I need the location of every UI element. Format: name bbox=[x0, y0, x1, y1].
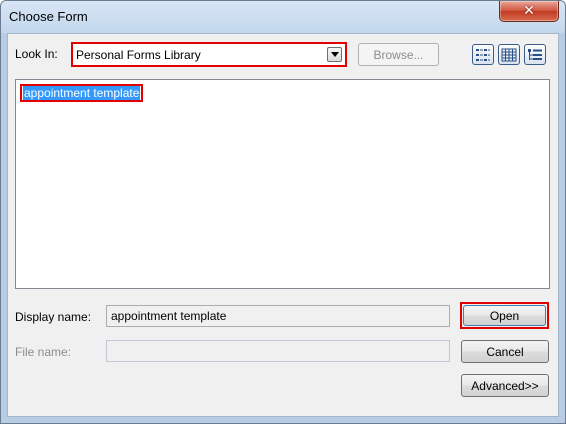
list-item[interactable]: appointment template bbox=[20, 84, 144, 102]
chevron-down-icon bbox=[330, 52, 339, 57]
open-button[interactable]: Open bbox=[463, 305, 546, 326]
close-button[interactable]: ✕ bbox=[499, 1, 559, 22]
close-icon: ✕ bbox=[523, 3, 535, 19]
look-in-label: Look In: bbox=[15, 47, 58, 61]
dropdown-arrow-button[interactable] bbox=[327, 47, 342, 62]
title-bar[interactable]: Choose Form ✕ bbox=[1, 1, 565, 33]
look-in-value: Personal Forms Library bbox=[76, 48, 201, 62]
list-view-button[interactable] bbox=[472, 44, 494, 65]
window-title: Choose Form bbox=[9, 9, 88, 24]
file-name-label: File name: bbox=[15, 345, 72, 359]
details-view-icon bbox=[501, 48, 517, 61]
details-view-button[interactable] bbox=[498, 44, 520, 65]
look-in-dropdown[interactable]: Personal Forms Library bbox=[71, 42, 347, 67]
display-name-label: Display name: bbox=[15, 310, 92, 324]
tree-view-icon bbox=[528, 48, 542, 60]
tree-view-button[interactable] bbox=[524, 44, 546, 65]
file-name-field[interactable] bbox=[106, 340, 450, 362]
forms-list[interactable]: appointment template bbox=[15, 79, 550, 289]
choose-form-dialog: Choose Form ✕ Look In: Personal Forms Li… bbox=[0, 0, 566, 424]
dialog-body: Look In: Personal Forms Library Browse..… bbox=[7, 33, 559, 417]
display-name-field[interactable]: appointment template bbox=[106, 305, 450, 327]
advanced-button[interactable]: Advanced>> bbox=[461, 374, 549, 397]
list-view-icon bbox=[476, 48, 490, 61]
list-item-label: appointment template bbox=[23, 86, 141, 100]
browse-button[interactable]: Browse... bbox=[358, 43, 439, 66]
cancel-button[interactable]: Cancel bbox=[461, 340, 549, 363]
open-button-highlight: Open bbox=[460, 302, 549, 329]
